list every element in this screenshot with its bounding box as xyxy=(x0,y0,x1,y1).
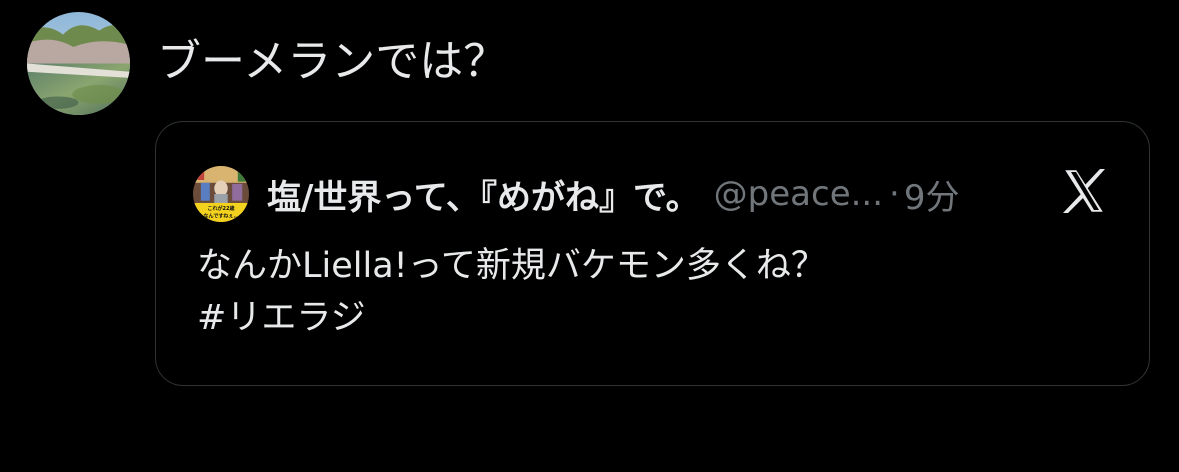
reply-text: ブーメランでは？ xyxy=(157,36,508,87)
quoted-post-header: これが22歳 なんですねぇ… 塩/世界って、『めがね』で。 @peace... … xyxy=(193,166,960,222)
quoted-author-handle[interactable]: @peace... xyxy=(714,174,883,214)
header-separator: · xyxy=(889,174,900,214)
lake-photo-avatar xyxy=(27,12,130,115)
reply-author-avatar[interactable] xyxy=(27,12,130,115)
quoted-post-body: なんかLiella!って新規バケモン多くね？ #リエラジ xyxy=(197,240,826,344)
quoted-post-card[interactable]: これが22歳 なんですねぇ… 塩/世界って、『めがね』で。 @peace... … xyxy=(155,121,1150,386)
quoted-post-timestamp[interactable]: 9分 xyxy=(904,170,960,219)
quoted-author-name[interactable]: 塩/世界って、『めがね』で。 xyxy=(267,170,700,219)
quoted-post-text-line: なんかLiella!って新規バケモン多くね？ xyxy=(197,246,826,286)
quoted-author-avatar[interactable]: これが22歳 なんですねぇ… xyxy=(193,166,249,222)
svg-text:なんですねぇ…: なんですねぇ… xyxy=(204,213,239,220)
x-logo-icon[interactable] xyxy=(1059,166,1109,216)
svg-text:これが22歳: これが22歳 xyxy=(207,205,234,212)
hashtag-link[interactable]: #リエラジ xyxy=(197,292,826,344)
figure-photo-avatar: これが22歳 なんですねぇ… xyxy=(193,166,249,222)
